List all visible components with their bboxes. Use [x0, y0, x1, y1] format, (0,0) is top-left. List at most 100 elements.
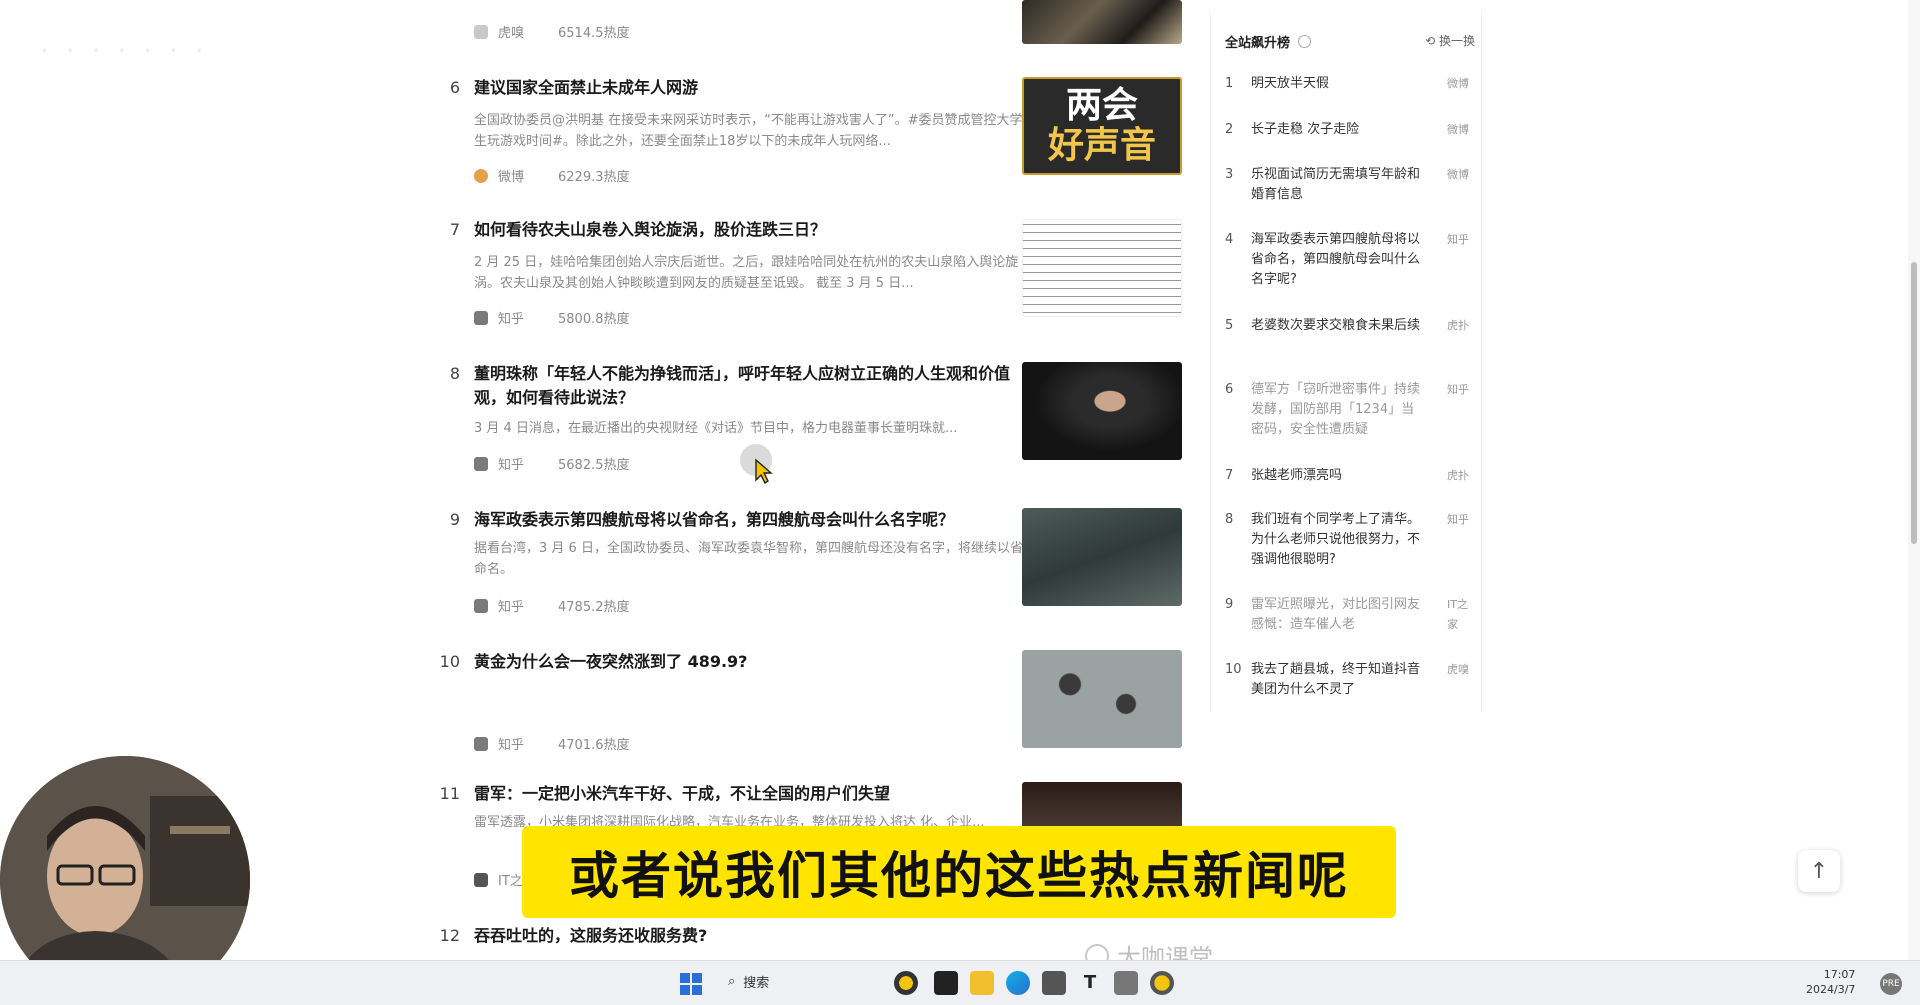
item-title[interactable]: 建议国家全面禁止未成年人网游 [474, 76, 1034, 100]
arrow-up-icon: ↑ [1809, 858, 1829, 884]
item-thumbnail[interactable]: 两会 好声音 [1022, 77, 1182, 175]
item-rank: 12 [439, 926, 460, 945]
item-title[interactable]: 雷军：一定把小米汽车干好、干成，不让全国的用户们失望 [474, 782, 1034, 806]
switch-label: 换一换 [1438, 34, 1475, 48]
feed-item[interactable]: 10 黄金为什么会一夜突然涨到了 489.9? 知乎 4701.6热度 [430, 650, 1190, 766]
rising-rank-panel: 全站飙升榜 ⟲ 换一换 1 明天放半天假 微博 2 长子走稳 次子走险 微博 3… [1210, 12, 1482, 712]
weibo-icon [474, 168, 488, 183]
app-icon-8[interactable] [1150, 971, 1174, 995]
item-title[interactable]: 吞吞吐吐的，这服务还收服务费? [474, 924, 1034, 948]
item-source: 微博 [498, 170, 525, 185]
search-label: 搜索 [743, 976, 770, 991]
page-scrollbar[interactable] [1908, 0, 1920, 960]
rank-title-text[interactable]: 我去了趟县城，终于知道抖音美团为什么不灵了 [1251, 660, 1421, 700]
text-app-icon[interactable]: T [1078, 971, 1102, 995]
item-rank: 8 [449, 364, 460, 383]
rank-num: 4 [1225, 232, 1234, 247]
rank-source: 微博 [1447, 123, 1469, 136]
app-icon-2[interactable] [934, 971, 958, 995]
rank-num: 2 [1225, 122, 1234, 137]
rank-num: 1 [1225, 76, 1234, 91]
zhihu-icon [474, 736, 488, 751]
switch-button[interactable]: ⟲ 换一换 [1425, 32, 1475, 49]
item-heat: 6514.5热度 [558, 26, 630, 41]
item-rank: 9 [449, 510, 460, 529]
hot-news-feed: 虎嗅 6514.5热度 6 建议国家全面禁止未成年人网游 全国政协委员@洪明基 … [430, 0, 1190, 960]
item-heat: 4701.6热度 [558, 738, 630, 753]
rank-title-text[interactable]: 老婆数次要求交粮食未果后续 [1251, 316, 1421, 336]
app-icon-7[interactable] [1114, 971, 1138, 995]
item-meta: 知乎 5682.5热度 [474, 454, 630, 473]
rank-source: 虎扑 [1447, 319, 1469, 332]
thumb-text: 好声音 [1047, 125, 1156, 166]
rank-source: 虎扑 [1447, 469, 1469, 482]
item-thumbnail[interactable] [1022, 782, 1182, 830]
rank-title-text[interactable]: 雷军近照曝光，对比图引网友感慨：造车催人老 [1251, 595, 1421, 635]
item-heat: 5800.8热度 [558, 312, 630, 327]
app-icon-1[interactable] [894, 971, 918, 995]
zhihu-icon [474, 598, 488, 613]
info-icon[interactable] [1298, 35, 1312, 48]
rank-source: 微博 [1447, 168, 1469, 181]
rank-num: 6 [1225, 382, 1234, 397]
item-thumbnail[interactable] [1022, 219, 1182, 317]
clock-time: 17:07 [1823, 968, 1856, 981]
rank-title-text[interactable]: 德军方「窃听泄密事件」持续发酵，国防部用「1234」当密码，安全性遭质疑 [1251, 380, 1421, 440]
feed-item[interactable]: 12 吞吞吐吐的，这服务还收服务费? [430, 924, 1190, 954]
back-to-top-button[interactable]: ↑ [1798, 850, 1840, 892]
item-thumbnail[interactable] [1022, 362, 1182, 460]
clock-date: 2024/3/7 [1806, 983, 1856, 996]
taskbar-clock[interactable]: 17:07 2024/3/7 [1806, 967, 1855, 997]
zhihu-icon [474, 456, 488, 471]
rank-title-text[interactable]: 长子走稳 次子走险 [1251, 120, 1421, 140]
item-thumbnail[interactable] [1022, 0, 1182, 44]
item-desc: 据看台湾，3 月 6 日，全国政协委员、海军政委袁华智称，第四艘航母还没有名字，… [474, 541, 1023, 577]
feed-item[interactable]: 8 董明珠称「年轻人不能为挣钱而活」，呼吁年轻人应树立正确的人生观和价值观，如何… [430, 362, 1190, 478]
rank-source: 虎嗅 [1447, 663, 1469, 676]
mouse-cursor-icon [736, 444, 776, 488]
app-icon-5[interactable] [1042, 971, 1066, 995]
thumb-text: 两会 [1065, 85, 1138, 126]
item-source: 虎嗅 [498, 26, 525, 41]
scrollbar-thumb[interactable] [1911, 262, 1917, 544]
rank-source: 知乎 [1447, 383, 1469, 396]
rank-num: 10 [1225, 662, 1242, 677]
feed-item-partial[interactable]: 虎嗅 6514.5热度 [430, 0, 1190, 46]
feed-item[interactable]: 7 如何看待农夫山泉卷入舆论旋涡，股价连跌三日？ 2 月 25 日，娃哈哈集团创… [430, 218, 1190, 334]
ime-indicator-icon[interactable]: PRE [1880, 973, 1902, 995]
taskbar: ⌕ 搜索 T 17:07 2024/3/7 PRE [0, 960, 1920, 1005]
rank-num: 7 [1225, 468, 1234, 483]
rank-title: 全站飙升榜 [1225, 36, 1291, 51]
rank-title-text[interactable]: 海军政委表示第四艘航母将以省命名，第四艘航母会叫什么名字呢? [1251, 230, 1421, 290]
item-desc: 2 月 25 日，娃哈哈集团创始人宗庆后逝世。之后，跟娃哈哈同处在杭州的农夫山泉… [474, 255, 1019, 291]
item-meta: 虎嗅 6514.5热度 [474, 22, 630, 41]
item-title[interactable]: 如何看待农夫山泉卷入舆论旋涡，股价连跌三日？ [474, 218, 1034, 242]
item-heat: 5682.5热度 [558, 458, 630, 473]
rank-title-text[interactable]: 我们班有个同学考上了清华。为什么老师只说他很努力，不强调他很聪明? [1251, 510, 1421, 570]
item-thumbnail[interactable] [1022, 650, 1182, 748]
item-title[interactable]: 董明珠称「年轻人不能为挣钱而活」，呼吁年轻人应树立正确的人生观和价值观，如何看待… [474, 362, 1034, 410]
rank-source: 知乎 [1447, 513, 1469, 526]
item-rank: 6 [449, 78, 460, 97]
folder-icon[interactable] [970, 971, 994, 995]
item-title[interactable]: 海军政委表示第四艘航母将以省命名，第四艘航母会叫什么名字呢？ [474, 508, 1034, 532]
refresh-icon: ⟲ [1425, 34, 1436, 48]
taskbar-search[interactable]: ⌕ 搜索 [728, 972, 769, 991]
item-heat: 6229.3热度 [558, 170, 630, 185]
item-meta: 知乎 4701.6热度 [474, 734, 630, 753]
feed-item[interactable]: 9 海军政委表示第四艘航母将以省命名，第四艘航母会叫什么名字呢？ 据看台湾，3 … [430, 508, 1190, 624]
item-source: 知乎 [498, 600, 525, 615]
item-desc: 3 月 4 日消息，在最近播出的央视财经《对话》节目中，格力电器董事长董明珠就.… [474, 421, 958, 436]
item-thumbnail[interactable] [1022, 508, 1182, 606]
rank-title-text[interactable]: 乐视面试简历无需填写年龄和婚育信息 [1251, 165, 1421, 205]
source-icon [474, 24, 488, 39]
item-title[interactable]: 黄金为什么会一夜突然涨到了 489.9? [474, 650, 1034, 674]
windows-start-icon[interactable] [680, 973, 702, 995]
item-source: 知乎 [498, 312, 525, 327]
rank-title-text[interactable]: 明天放半天假 [1251, 74, 1421, 94]
edge-browser-icon[interactable] [1006, 971, 1030, 995]
rank-title-text[interactable]: 张越老师漂亮吗 [1251, 466, 1421, 486]
rank-source: 微博 [1447, 77, 1469, 90]
rank-source: 知乎 [1447, 233, 1469, 246]
feed-item[interactable]: 6 建议国家全面禁止未成年人网游 全国政协委员@洪明基 在接受未来网采访时表示，… [430, 76, 1190, 192]
